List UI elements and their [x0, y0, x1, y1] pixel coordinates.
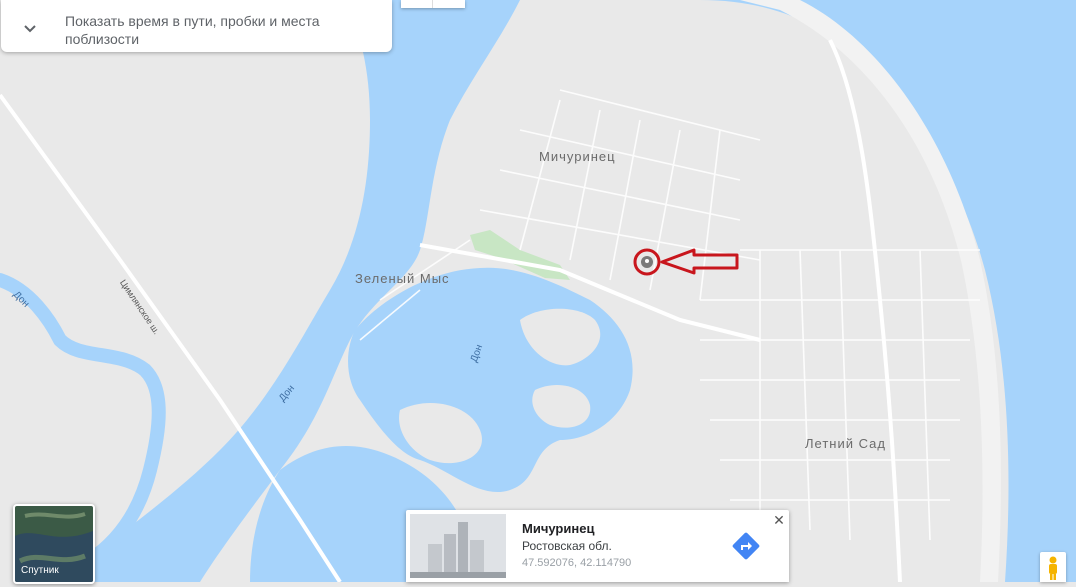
- close-icon[interactable]: ✕: [772, 513, 786, 527]
- place-coordinates: 47.592076, 42.114790: [522, 557, 632, 569]
- chevron-down-icon[interactable]: [19, 18, 41, 40]
- street-view-pegman-icon[interactable]: [1040, 552, 1066, 582]
- label-michurinets: Мичуринец: [539, 149, 616, 164]
- directions-icon[interactable]: [730, 530, 762, 562]
- map-top-control[interactable]: [401, 0, 465, 8]
- place-region: Ростовская обл.: [522, 539, 612, 553]
- map-canvas[interactable]: [0, 0, 1076, 582]
- place-card[interactable]: Мичуринец Ростовская обл. 47.592076, 42.…: [406, 510, 789, 582]
- label-zeleny-mys: Зеленый Мыс: [355, 271, 450, 286]
- traffic-expander[interactable]: Показать время в пути, пробки и места по…: [1, 0, 392, 52]
- place-title: Мичуринец: [522, 521, 595, 536]
- label-letny-sad: Летний Сад: [805, 436, 886, 451]
- satellite-label: Спутник: [21, 565, 59, 576]
- place-thumbnail: [410, 514, 506, 578]
- satellite-toggle[interactable]: Спутник: [13, 504, 95, 584]
- expander-text[interactable]: Показать время в пути, пробки и места по…: [65, 12, 365, 48]
